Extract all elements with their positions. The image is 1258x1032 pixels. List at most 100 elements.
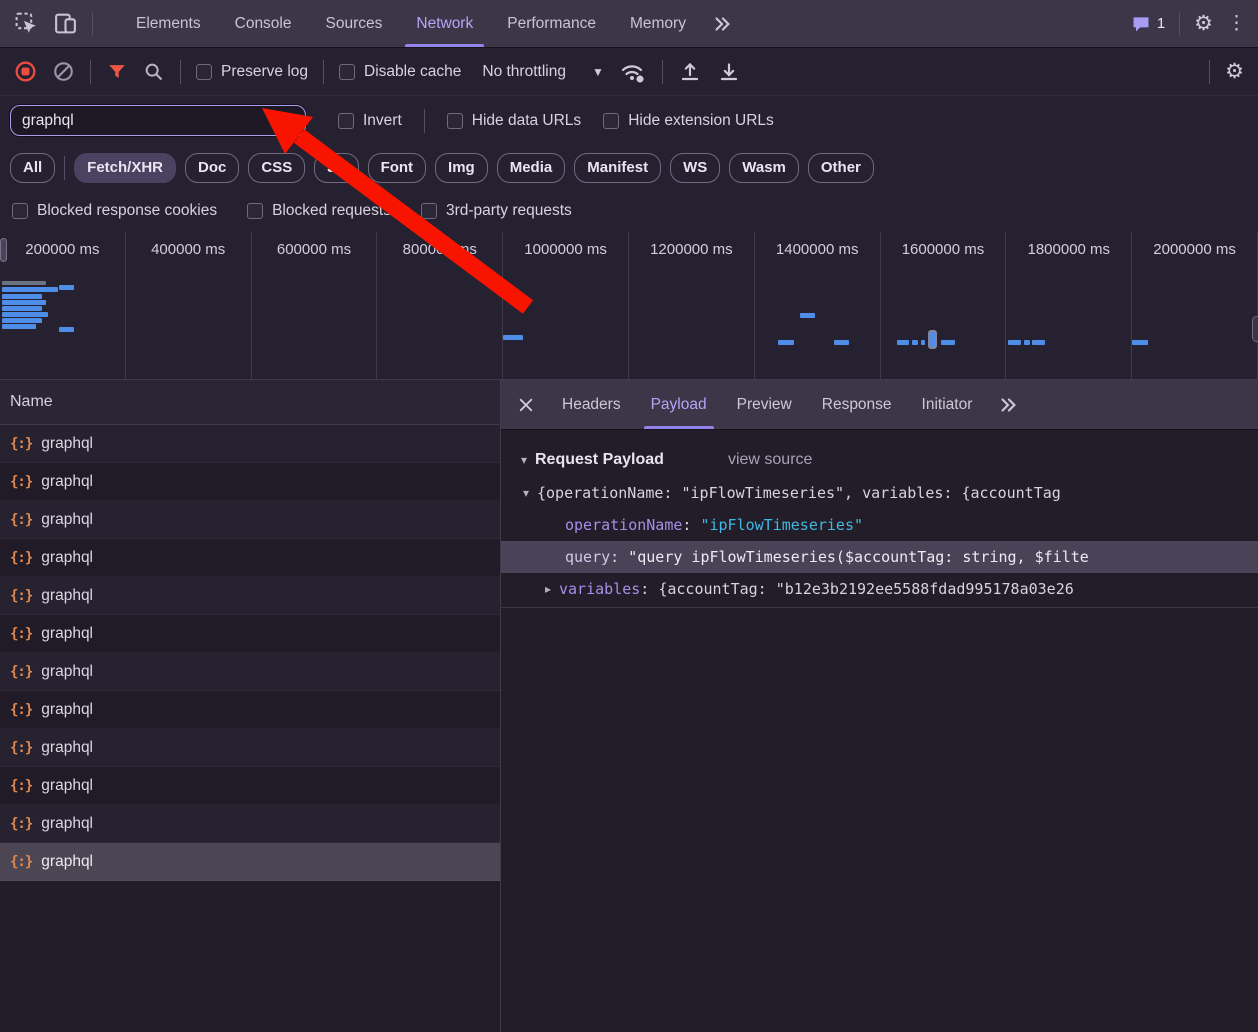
name-column-header[interactable]: Name [0, 380, 500, 425]
filter-chip-css[interactable]: CSS [248, 153, 305, 183]
tab-network[interactable]: Network [399, 0, 490, 47]
request-row[interactable]: {:}graphql [0, 615, 500, 653]
search-icon[interactable] [143, 61, 165, 83]
waterfall-bar [834, 340, 849, 345]
details-tab-bar: HeadersPayloadPreviewResponseInitiator [501, 380, 1258, 430]
request-row[interactable]: {:}graphql [0, 539, 500, 577]
filter-chip-fetch-xhr[interactable]: Fetch/XHR [74, 153, 176, 183]
blocked-requests-checkbox[interactable]: Blocked requests [247, 202, 391, 220]
filter-chip-manifest[interactable]: Manifest [574, 153, 661, 183]
filter-chip-img[interactable]: Img [435, 153, 488, 183]
request-row[interactable]: {:}graphql [0, 501, 500, 539]
filter-chip-doc[interactable]: Doc [185, 153, 239, 183]
network-overview-timeline[interactable]: 200000 ms400000 ms600000 ms800000 ms1000… [0, 232, 1258, 380]
filter-input[interactable] [22, 112, 277, 130]
filter-input-box[interactable] [10, 105, 306, 136]
hide-data-urls-checkbox[interactable]: Hide data URLs [447, 112, 581, 130]
operation-name-value: "ipFlowTimeseries" [700, 516, 863, 534]
more-details-tabs-icon[interactable] [989, 380, 1027, 429]
tab-memory[interactable]: Memory [613, 0, 703, 47]
import-har-icon[interactable] [678, 60, 702, 84]
3rd-party-requests-checkbox[interactable]: 3rd-party requests [421, 202, 572, 220]
export-har-icon[interactable] [717, 60, 741, 84]
request-row-selected[interactable]: {:}graphql [0, 843, 500, 881]
blocked-response-cookies-checkbox[interactable]: Blocked response cookies [12, 202, 217, 220]
expand-triangle-icon[interactable]: ▾ [523, 486, 537, 500]
throttling-select[interactable]: No throttling ▼ [482, 63, 603, 81]
filter-chip-other[interactable]: Other [808, 153, 874, 183]
hide-extension-urls-checkbox[interactable]: Hide extension URLs [603, 112, 774, 130]
filter-funnel-icon[interactable] [106, 61, 128, 83]
query-row-selected[interactable]: query: "query ipFlowTimeseries($accountT… [501, 541, 1258, 573]
waterfall-bar [59, 327, 74, 332]
invert-checkbox[interactable]: Invert [338, 112, 402, 130]
filter-chip-js[interactable]: JS [314, 153, 358, 183]
network-settings-gear-icon[interactable]: ⚙ [1225, 61, 1244, 82]
request-row[interactable]: {:}graphql [0, 805, 500, 843]
device-toolbar-icon[interactable] [53, 11, 78, 36]
disable-cache-checkbox[interactable]: Disable cache [339, 63, 461, 81]
tab-performance[interactable]: Performance [490, 0, 613, 47]
json-file-icon: {:} [10, 664, 32, 680]
tab-elements[interactable]: Elements [119, 0, 218, 47]
preserve-log-checkbox[interactable]: Preserve log [196, 63, 308, 81]
collapse-triangle-icon[interactable]: ▾ [521, 453, 535, 467]
request-name: graphql [41, 815, 93, 833]
record-network-log-button[interactable] [14, 60, 37, 83]
hide-extension-urls-label: Hide extension URLs [628, 112, 774, 130]
network-filter-row: Invert Hide data URLs Hide extension URL… [0, 96, 1258, 145]
name-column-label: Name [10, 393, 53, 411]
filter-chip-font[interactable]: Font [368, 153, 426, 183]
filter-chip-ws[interactable]: WS [670, 153, 720, 183]
network-toolbar: Preserve log Disable cache No throttling… [0, 48, 1258, 96]
waterfall-bar [2, 318, 42, 323]
expand-triangle-icon[interactable]: ▸ [545, 582, 559, 596]
more-tabs-icon[interactable] [703, 0, 741, 47]
waterfall-bar [941, 340, 955, 345]
network-conditions-icon[interactable] [619, 59, 647, 85]
clear-filter-icon[interactable] [277, 111, 297, 131]
details-tab-payload[interactable]: Payload [636, 380, 722, 429]
request-row[interactable]: {:}graphql [0, 691, 500, 729]
operation-name-key: operationName [565, 516, 682, 534]
request-row[interactable]: {:}graphql [0, 729, 500, 767]
request-row[interactable]: {:}graphql [0, 577, 500, 615]
view-source-link[interactable]: view source [728, 451, 812, 469]
checkbox-box [247, 203, 263, 219]
blocked-response-cookies-label: Blocked response cookies [37, 202, 217, 220]
payload-preview-text: {operationName: "ipFlowTimeseries", vari… [537, 484, 1061, 502]
filter-chip-wasm[interactable]: Wasm [729, 153, 799, 183]
waterfall-bar [921, 340, 925, 345]
filter-chip-media[interactable]: Media [497, 153, 566, 183]
tab-sources[interactable]: Sources [309, 0, 400, 47]
payload-divider [501, 607, 1258, 608]
requests-table: Name {:}graphql{:}graphql{:}graphql{:}gr… [0, 380, 501, 1032]
issues-button[interactable]: 1 [1131, 14, 1165, 34]
operation-name-row[interactable]: operationName: "ipFlowTimeseries" [501, 509, 1258, 541]
overview-right-handle[interactable] [1252, 316, 1258, 342]
more-options-kebab-icon[interactable]: ⋮ [1227, 12, 1246, 35]
details-tab-initiator[interactable]: Initiator [907, 380, 988, 429]
settings-gear-icon[interactable]: ⚙ [1194, 13, 1213, 34]
filter-chip-all[interactable]: All [10, 153, 55, 183]
json-file-icon: {:} [10, 778, 32, 794]
tab-console[interactable]: Console [218, 0, 309, 47]
inspect-element-icon[interactable] [14, 11, 39, 36]
overview-left-handle[interactable] [0, 238, 7, 262]
clear-network-log-button[interactable] [52, 60, 75, 83]
checkbox-box [196, 64, 212, 80]
details-tab-preview[interactable]: Preview [722, 380, 807, 429]
request-payload-title: Request Payload [535, 451, 664, 469]
disable-cache-label: Disable cache [364, 63, 461, 81]
request-row[interactable]: {:}graphql [0, 425, 500, 463]
checkbox-box [421, 203, 437, 219]
request-row[interactable]: {:}graphql [0, 767, 500, 805]
details-tab-headers[interactable]: Headers [547, 380, 636, 429]
request-row[interactable]: {:}graphql [0, 463, 500, 501]
waterfall-bar [2, 287, 58, 292]
variables-row[interactable]: ▸ variables: {accountTag: "b12e3b2192ee5… [501, 573, 1258, 605]
close-details-icon[interactable] [507, 380, 545, 429]
payload-preview-row[interactable]: ▾ {operationName: "ipFlowTimeseries", va… [501, 477, 1258, 509]
details-tab-response[interactable]: Response [807, 380, 907, 429]
request-row[interactable]: {:}graphql [0, 653, 500, 691]
